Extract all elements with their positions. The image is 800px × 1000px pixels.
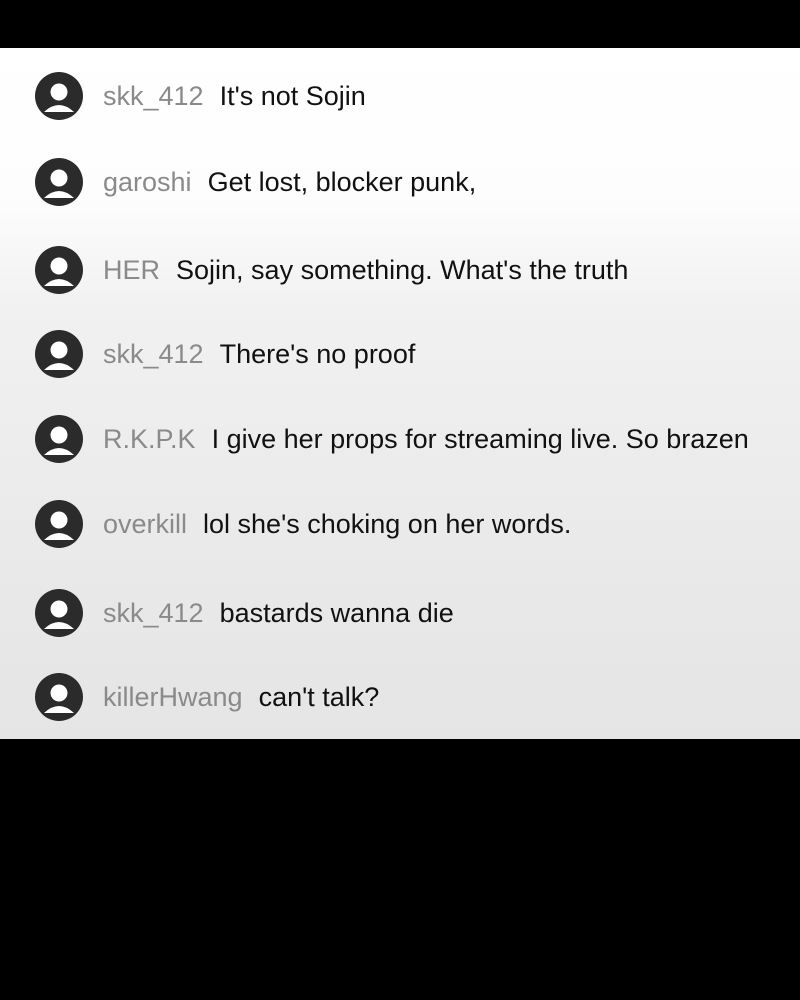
user-avatar-icon[interactable] bbox=[35, 72, 83, 120]
chat-message: R.K.P.K I give her props for streaming l… bbox=[35, 411, 749, 467]
chat-username[interactable]: killerHwang bbox=[103, 682, 243, 713]
chat-message: skk_412 bastards wanna die bbox=[35, 585, 454, 641]
user-avatar-icon[interactable] bbox=[35, 158, 83, 206]
chat-message-text: I give her props for streaming live. So … bbox=[211, 423, 749, 454]
user-avatar-icon[interactable] bbox=[35, 589, 83, 637]
chat-username[interactable]: garoshi bbox=[103, 167, 192, 198]
chat-message: skk_412 There's no proof bbox=[35, 326, 415, 382]
chat-message-text: lol she's choking on her words. bbox=[203, 508, 572, 539]
bottom-black-area bbox=[0, 739, 800, 1000]
chat-message-text: It's not Sojin bbox=[219, 80, 366, 111]
chat-message-text: can't talk? bbox=[258, 681, 380, 712]
chat-message-text: Get lost, blocker punk, bbox=[207, 166, 477, 197]
chat-message-text: bastards wanna die bbox=[219, 597, 454, 628]
user-avatar-icon[interactable] bbox=[35, 330, 83, 378]
chat-username[interactable]: skk_412 bbox=[103, 81, 204, 112]
chat-username[interactable]: skk_412 bbox=[103, 598, 204, 629]
chat-message: garoshi Get lost, blocker punk, bbox=[35, 154, 476, 210]
chat-username[interactable]: overkill bbox=[103, 509, 187, 540]
chat-message-text: Sojin, say something. What's the truth bbox=[176, 254, 629, 285]
chat-username[interactable]: HER bbox=[103, 255, 160, 286]
chat-message: killerHwang can't talk? bbox=[35, 669, 379, 725]
top-black-bar bbox=[0, 0, 800, 48]
user-avatar-icon[interactable] bbox=[35, 673, 83, 721]
chat-username[interactable]: skk_412 bbox=[103, 339, 204, 370]
chat-message: HER Sojin, say something. What's the tru… bbox=[35, 242, 628, 298]
chat-message: skk_412 It's not Sojin bbox=[35, 68, 366, 124]
chat-message-text: There's no proof bbox=[219, 338, 416, 369]
chat-username[interactable]: R.K.P.K bbox=[103, 424, 196, 455]
user-avatar-icon[interactable] bbox=[35, 500, 83, 548]
user-avatar-icon[interactable] bbox=[35, 246, 83, 294]
chat-message: overkill lol she's choking on her words. bbox=[35, 496, 571, 552]
user-avatar-icon[interactable] bbox=[35, 415, 83, 463]
